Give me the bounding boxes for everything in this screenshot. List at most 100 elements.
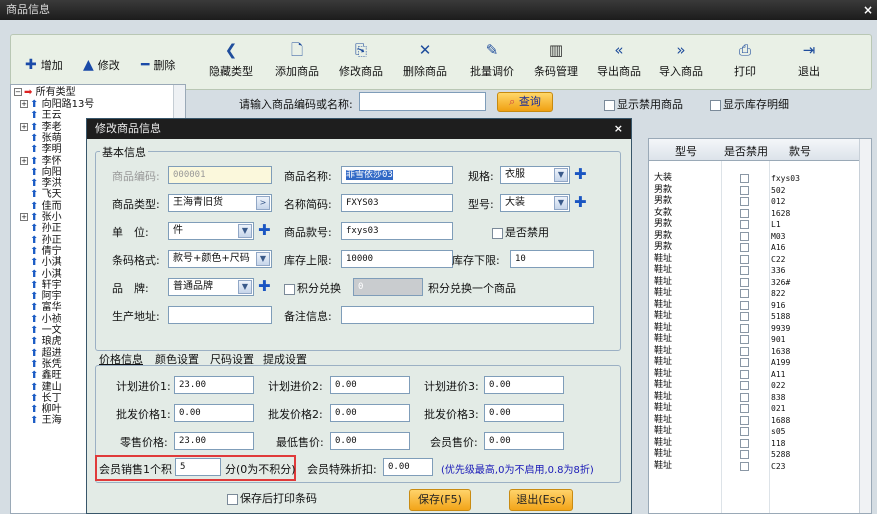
cell-disabled-checkbox[interactable]	[740, 438, 749, 448]
tree-node[interactable]: ⬆ 建山	[20, 382, 62, 393]
window-close-icon[interactable]: ×	[863, 0, 873, 20]
tree-node[interactable]: ⬆ 富华	[20, 302, 62, 313]
print-button[interactable]: ⎙ 打印	[715, 41, 775, 79]
min-price-field[interactable]: 0.00	[330, 432, 410, 450]
checkbox-box[interactable]	[710, 99, 721, 111]
product-grid[interactable]: 型号 是否禁用 款号 大装 fxys03 男款 502 男款 012 女款 1628 男款 L1 男…	[648, 138, 872, 514]
tree-node[interactable]: ⬆ 超进	[20, 348, 62, 359]
tree-node[interactable]: ⬆ 阿宇	[20, 291, 62, 302]
collapse-icon[interactable]: −	[14, 88, 22, 96]
short-code-field[interactable]: FXYS03	[341, 194, 453, 212]
table-row[interactable]: 鞋址 C22	[649, 254, 859, 265]
brand-select[interactable]: 普通品牌 ▼	[168, 278, 254, 296]
expand-icon[interactable]: +	[20, 100, 28, 108]
add-brand-plus-icon[interactable]: ✚	[258, 278, 271, 294]
cell-disabled-checkbox[interactable]	[740, 461, 749, 471]
tree-node[interactable]: + ⬆ 张小	[20, 212, 62, 223]
cell-disabled-checkbox[interactable]	[740, 254, 749, 264]
table-row[interactable]: 鞋址 C23	[649, 461, 859, 472]
expand-icon[interactable]: +	[20, 122, 28, 131]
origin-address-field[interactable]	[168, 306, 272, 324]
barcode-format-select[interactable]: 款号+颜色+尺码 ▼	[168, 250, 272, 268]
hide-types-button[interactable]: ❮ 隐藏类型	[201, 41, 261, 79]
edit-product-button[interactable]: ⎘ 修改商品	[331, 41, 391, 79]
tree-node[interactable]: + ⬆ 李老	[20, 122, 62, 133]
cell-disabled-checkbox[interactable]	[740, 208, 749, 218]
table-row[interactable]: 鞋址 022	[649, 380, 859, 391]
style-number-field[interactable]: fxys03	[341, 222, 453, 240]
expand-icon[interactable]: +	[20, 213, 28, 221]
table-row[interactable]: 鞋址 822	[649, 288, 859, 299]
table-row[interactable]: 男款 012	[649, 196, 859, 207]
cell-disabled-checkbox[interactable]	[740, 450, 749, 459]
tree-node[interactable]: ⬆ 小淇	[20, 269, 62, 280]
table-row[interactable]: 男款 502	[649, 185, 859, 196]
cell-disabled-checkbox[interactable]	[740, 231, 749, 241]
column-header-style[interactable]: 款号	[789, 143, 811, 159]
checkbox-box[interactable]	[284, 283, 295, 295]
table-row[interactable]: 鞋址 A199	[649, 357, 859, 368]
tree-node[interactable]: + ⬆ 向阳路13号	[20, 99, 94, 110]
table-row[interactable]: 女款 1628	[649, 208, 859, 219]
cell-disabled-checkbox[interactable]	[740, 266, 749, 275]
cell-disabled-checkbox[interactable]	[740, 381, 749, 390]
tree-root[interactable]: − ➡ 所有类型	[14, 87, 76, 98]
cell-disabled-checkbox[interactable]	[740, 323, 749, 333]
table-row[interactable]: 鞋址 5288	[649, 449, 859, 460]
member-price-field[interactable]: 0.00	[484, 432, 564, 450]
table-row[interactable]: 鞋址 1638	[649, 346, 859, 357]
tree-node[interactable]: ⬆ 一文	[20, 325, 62, 336]
chevron-down-icon[interactable]: ▼	[238, 280, 252, 294]
chevron-down-icon[interactable]: ▼	[238, 224, 252, 238]
print-after-save-checkbox[interactable]: 保存后打印条码	[227, 490, 317, 506]
retail-price-field[interactable]: 23.00	[174, 432, 254, 450]
barcode-manage-button[interactable]: ▥ 条码管理	[526, 41, 586, 79]
wholesale2-field[interactable]: 0.00	[330, 404, 410, 422]
tree-node[interactable]: ⬆ 李明	[20, 144, 62, 155]
model-select[interactable]: 大装 ▼	[500, 194, 570, 212]
tree-node[interactable]: ⬆ 小祯	[20, 314, 62, 325]
tree-node[interactable]: ⬆ 小淇	[20, 257, 62, 268]
table-row[interactable]: 男款 A16	[649, 242, 859, 253]
stock-min-field[interactable]: 10	[510, 250, 594, 268]
show-stock-checkbox[interactable]: 显示库存明细	[710, 96, 789, 112]
cell-disabled-checkbox[interactable]	[740, 335, 749, 344]
cell-disabled-checkbox[interactable]	[740, 289, 749, 298]
table-row[interactable]: 鞋址 1688	[649, 415, 859, 426]
search-button[interactable]: ⌕ 查询	[497, 92, 553, 112]
search-input[interactable]	[359, 92, 486, 111]
cell-disabled-checkbox[interactable]	[740, 369, 749, 379]
cell-disabled-checkbox[interactable]	[740, 358, 749, 367]
member-discount-field[interactable]: 0.00	[383, 458, 433, 476]
wholesale1-field[interactable]: 0.00	[174, 404, 254, 422]
tree-node[interactable]: ⬆ 向阳	[20, 167, 62, 178]
checkbox-box[interactable]	[604, 99, 615, 111]
cell-disabled-checkbox[interactable]	[740, 346, 749, 356]
table-row[interactable]: 鞋址 838	[649, 392, 859, 403]
delete-product-button[interactable]: ✕ 删除商品	[395, 41, 455, 79]
column-header-model[interactable]: 型号	[675, 143, 697, 159]
delete-button[interactable]: ━ 删除	[141, 57, 175, 73]
tree-node[interactable]: ⬆ 轩宇	[20, 280, 62, 291]
tree-node[interactable]: ⬆ 王云	[20, 110, 62, 121]
add-unit-plus-icon[interactable]: ✚	[258, 222, 271, 238]
plan-cost1-field[interactable]: 23.00	[174, 376, 254, 394]
import-products-button[interactable]: » 导入商品	[651, 41, 711, 79]
table-row[interactable]: 鞋址 5188	[649, 311, 859, 322]
table-row[interactable]: 鞋址 A11	[649, 369, 859, 380]
cell-disabled-checkbox[interactable]	[740, 392, 749, 402]
chevron-down-icon[interactable]: ▼	[256, 252, 270, 266]
table-row[interactable]: 鞋址 118	[649, 438, 859, 449]
tree-node[interactable]: ⬆ 孙正	[20, 235, 62, 246]
tree-node[interactable]: ⬆ 张萌	[20, 133, 62, 144]
table-row[interactable]: 鞋址 326#	[649, 277, 859, 288]
show-disabled-checkbox[interactable]: 显示禁用商品	[604, 96, 683, 112]
tree-node[interactable]: ⬆ 张凭	[20, 359, 62, 370]
cell-disabled-checkbox[interactable]	[740, 174, 749, 183]
cell-disabled-checkbox[interactable]	[740, 415, 749, 425]
tree-node[interactable]: ⬆ 柳叶	[20, 404, 62, 415]
tree-node[interactable]: ⬆ 倩宁	[20, 246, 62, 257]
cell-disabled-checkbox[interactable]	[740, 404, 749, 413]
table-row[interactable]: 男款 M03	[649, 231, 859, 242]
wholesale3-field[interactable]: 0.00	[484, 404, 564, 422]
